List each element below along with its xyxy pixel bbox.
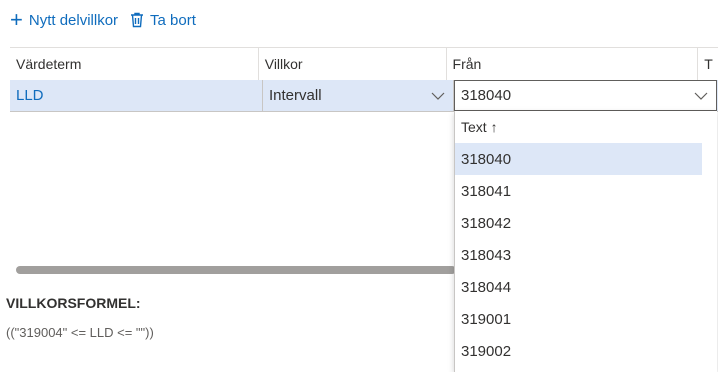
trash-icon: [130, 12, 144, 28]
plus-icon: +: [10, 7, 23, 32]
list-item[interactable]: 319001: [455, 303, 702, 335]
grid-header: Värdeterm Villkor Från T: [10, 47, 718, 81]
from-value: 318040: [461, 87, 512, 104]
dropdown-sort-header[interactable]: Text ↑: [455, 111, 717, 143]
table-row[interactable]: LLD Intervall 318040: [10, 80, 718, 112]
column-header-to[interactable]: T: [698, 48, 718, 80]
list-item[interactable]: 318044: [455, 271, 702, 303]
formula-text: (("319004" <= LLD <= "")): [6, 325, 154, 340]
formula-title: VILLKORSFORMEL:: [6, 295, 141, 311]
list-item[interactable]: 318041: [455, 175, 702, 207]
list-item[interactable]: 318043: [455, 239, 702, 271]
chevron-down-icon[interactable]: [694, 92, 708, 100]
column-header-condition[interactable]: Villkor: [259, 48, 447, 80]
toolbar: + Nytt delvillkor Ta bort: [10, 8, 208, 32]
add-subcondition-button[interactable]: + Nytt delvillkor: [10, 9, 118, 31]
condition-value: Intervall: [269, 87, 322, 104]
delete-button[interactable]: Ta bort: [130, 12, 196, 29]
list-item[interactable]: 318040: [455, 143, 702, 175]
column-header-value-term[interactable]: Värdeterm: [10, 48, 259, 80]
value-term-cell[interactable]: LLD: [10, 80, 263, 111]
chevron-down-icon[interactable]: [431, 92, 445, 100]
delete-label: Ta bort: [150, 11, 196, 29]
horizontal-scrollbar[interactable]: [16, 266, 456, 274]
from-combobox[interactable]: 318040: [454, 80, 717, 111]
column-header-from[interactable]: Från: [447, 48, 699, 80]
add-subcondition-label: Nytt delvillkor: [28, 11, 119, 29]
list-item[interactable]: 318042: [455, 207, 702, 239]
from-dropdown-list: Text ↑ 318040 318041 318042 318043 31804…: [454, 111, 717, 372]
condition-select[interactable]: Intervall: [263, 80, 454, 111]
list-item[interactable]: 319002: [455, 335, 702, 367]
